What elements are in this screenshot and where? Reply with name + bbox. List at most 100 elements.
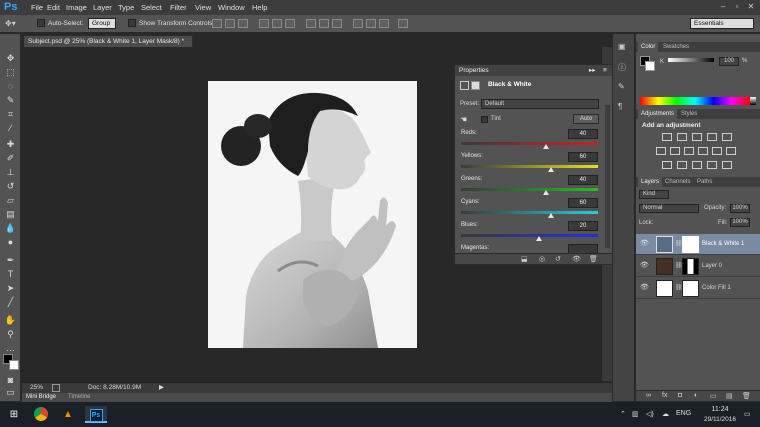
slider-value-field[interactable]: 60	[568, 198, 598, 208]
workspace-dropdown[interactable]: Essentials	[690, 18, 754, 29]
layer-filter-dropdown[interactable]: Kind	[639, 190, 669, 199]
align-top-icon[interactable]	[212, 19, 222, 28]
distribute-top-icon[interactable]	[306, 19, 316, 28]
layer-row-color-fill[interactable]: 👁 ⛓ Color Fill 1	[636, 278, 760, 299]
path-selection-tool-icon[interactable]: ➤	[3, 282, 18, 294]
panel-menu-icon[interactable]: ≡	[603, 65, 607, 76]
status-menu-arrow-icon[interactable]: ▶	[159, 383, 164, 393]
tab-adjustments[interactable]: Adjustments	[638, 109, 678, 119]
menu-edit[interactable]: Edit	[47, 2, 60, 13]
slider-thumb[interactable]	[543, 190, 549, 195]
posterize-icon[interactable]	[677, 161, 687, 169]
healing-brush-tool-icon[interactable]: ✚	[3, 138, 18, 150]
slider-thumb[interactable]	[536, 236, 542, 241]
opacity-field[interactable]: 100%	[730, 204, 750, 213]
export-icon[interactable]	[52, 384, 60, 392]
volume-icon[interactable]: ◁)	[646, 410, 654, 418]
eyedropper-tool-icon[interactable]: ⁄	[3, 122, 18, 134]
vibrance-icon[interactable]	[722, 133, 732, 141]
tint-checkbox[interactable]	[481, 116, 488, 123]
tab-swatches[interactable]: Swatches	[660, 42, 692, 52]
clip-to-layer-icon[interactable]: ⬓	[521, 255, 528, 263]
grayscale-ramp[interactable]	[750, 97, 756, 105]
marquee-tool-icon[interactable]: ⬚	[3, 66, 18, 78]
tab-styles[interactable]: Styles	[678, 109, 700, 119]
action-center-icon[interactable]: ▭	[744, 410, 751, 418]
slider-track[interactable]	[461, 211, 598, 214]
distribute-left-icon[interactable]	[353, 19, 363, 28]
layer-visibility-eye-icon[interactable]: 👁	[640, 262, 649, 270]
selective-color-icon[interactable]	[707, 161, 717, 169]
document-tab[interactable]: Subject.psd @ 25% (Black & White 1, Laye…	[23, 35, 193, 56]
menu-view[interactable]: View	[195, 2, 211, 13]
lasso-tool-icon[interactable]: ◌	[3, 80, 18, 92]
brush-tool-icon[interactable]: ✐	[3, 152, 18, 164]
distribute-middle-icon[interactable]	[319, 19, 329, 28]
pen-tool-icon[interactable]: ✒	[3, 254, 18, 266]
info-panel-icon[interactable]: ⓘ	[618, 62, 626, 73]
tab-paths[interactable]: Paths	[694, 177, 715, 187]
document-photo[interactable]	[208, 81, 417, 348]
distribute-center-icon[interactable]	[366, 19, 376, 28]
clone-stamp-tool-icon[interactable]: ⊥	[3, 166, 18, 178]
network-icon[interactable]: ▥	[632, 410, 639, 418]
layer-style-icon[interactable]: fx	[662, 392, 667, 399]
menu-window[interactable]: Window	[218, 2, 245, 13]
move-tool-icon[interactable]: ✥	[3, 52, 18, 64]
delete-layer-icon[interactable]: 🗑	[742, 392, 751, 400]
minimize-button[interactable]: –	[718, 2, 728, 12]
slider-value-field[interactable]: 20	[568, 221, 598, 231]
toggle-visibility-icon[interactable]: 👁	[572, 255, 581, 263]
blend-mode-dropdown[interactable]: Normal	[639, 204, 699, 213]
align-right-icon[interactable]	[285, 19, 295, 28]
move-tool-preset-icon[interactable]: ✥▾	[5, 18, 21, 29]
photoshop-taskbar-icon[interactable]: Ps	[85, 406, 107, 423]
tab-timeline[interactable]: Timeline	[68, 393, 90, 402]
channel-mixer-icon[interactable]	[712, 147, 722, 155]
targeted-adjustment-hand-icon[interactable]: ☚	[460, 115, 467, 124]
menu-layer[interactable]: Layer	[93, 2, 112, 13]
menu-image[interactable]: Image	[66, 2, 87, 13]
properties-scrollbar[interactable]	[605, 105, 610, 248]
tab-mini-bridge[interactable]: Mini Bridge	[26, 393, 56, 402]
dodge-tool-icon[interactable]: ●	[3, 236, 18, 248]
mask-thumbnail[interactable]	[682, 258, 699, 275]
exposure-icon[interactable]	[707, 133, 717, 141]
tab-channels[interactable]: Channels	[662, 177, 693, 187]
hue-saturation-icon[interactable]	[656, 147, 666, 155]
layer-row-black-white[interactable]: 👁 ⛓ Black & White 1	[636, 234, 760, 255]
transform-controls-checkbox[interactable]	[128, 19, 136, 27]
clock-date[interactable]: 29/11/2016	[700, 416, 740, 423]
screen-mode-icon[interactable]: ▭	[3, 386, 18, 398]
invert-icon[interactable]	[662, 161, 672, 169]
delete-adjustment-icon[interactable]: 🗑	[589, 255, 598, 263]
reset-icon[interactable]: ↺	[555, 255, 561, 263]
distribute-bottom-icon[interactable]	[332, 19, 342, 28]
slider-value-field[interactable]: 40	[568, 129, 598, 139]
brush-panel-icon[interactable]: ✎	[618, 82, 625, 91]
auto-button[interactable]: Auto	[573, 114, 599, 124]
chrome-icon[interactable]	[30, 406, 52, 423]
slider-thumb[interactable]	[548, 167, 554, 172]
color-slider-track[interactable]	[668, 58, 714, 62]
quick-mask-icon[interactable]: ◙	[3, 374, 18, 386]
new-group-icon[interactable]: ▭	[710, 392, 717, 400]
menu-file[interactable]: File	[31, 2, 43, 13]
color-background-swatch[interactable]	[645, 61, 655, 71]
layer-row-layer-0[interactable]: 👁 ⛓ Layer 0	[636, 256, 760, 277]
paragraph-panel-icon[interactable]: ¶	[618, 102, 622, 111]
slider-thumb[interactable]	[543, 144, 549, 149]
link-layers-icon[interactable]: ∞	[646, 392, 651, 399]
view-previous-state-icon[interactable]: ◎	[539, 255, 545, 263]
new-adjustment-icon[interactable]: ◐	[694, 392, 698, 399]
layer-visibility-eye-icon[interactable]: 👁	[640, 240, 649, 248]
distribute-right-icon[interactable]	[379, 19, 389, 28]
layer-mask-icon[interactable]	[471, 81, 480, 90]
blur-tool-icon[interactable]: 💧	[3, 222, 18, 234]
maximize-button[interactable]: ▫	[732, 2, 742, 12]
fill-field[interactable]: 100%	[730, 218, 750, 227]
gradient-map-icon[interactable]	[722, 161, 732, 169]
more-tools-icon[interactable]: …	[3, 342, 18, 354]
threshold-icon[interactable]	[692, 161, 702, 169]
slider-track[interactable]	[461, 188, 598, 191]
